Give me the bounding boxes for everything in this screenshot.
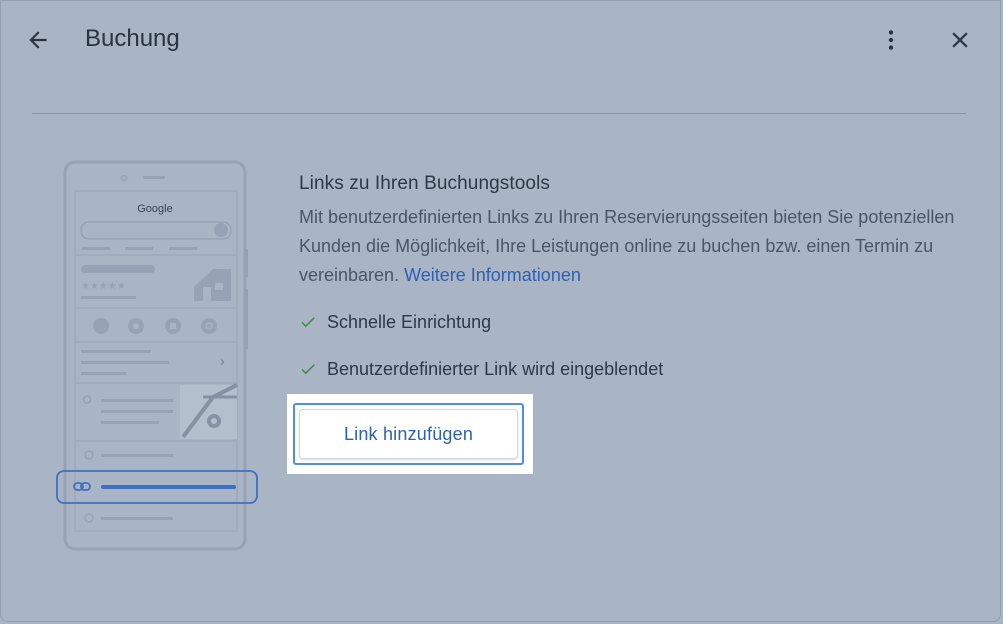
link-icon <box>73 482 91 491</box>
more-options-button[interactable] <box>875 23 907 57</box>
header-divider <box>32 113 966 114</box>
feature-label: Schnelle Einrichtung <box>327 311 492 332</box>
booking-content: Links zu Ihren Buchungstools Mit benutze… <box>299 171 959 402</box>
check-icon <box>299 313 319 331</box>
rating-stars: ★★★★★ <box>81 281 126 292</box>
chevron-right-icon: › <box>220 355 225 370</box>
check-icon <box>299 360 319 378</box>
arrow-left-icon <box>29 31 47 49</box>
dialog-header: Buchung <box>1 1 1000 81</box>
booking-dialog: Buchung Google ★★★★★ › Links zu Ihren Bu… <box>0 0 1001 622</box>
close-icon <box>952 32 968 48</box>
close-button[interactable] <box>943 23 977 57</box>
more-vert-icon <box>888 30 894 50</box>
section-description: Mit benutzerdefinierten Links zu Ihren R… <box>299 203 959 290</box>
description-text: Mit benutzerdefinierten Links zu Ihren R… <box>299 207 955 285</box>
feature-item: Schnelle Einrichtung <box>299 308 959 336</box>
section-heading: Links zu Ihren Buchungstools <box>299 173 551 194</box>
back-button[interactable] <box>21 23 55 57</box>
add-link-button[interactable]: Link hinzufügen <box>293 403 524 465</box>
phone-illustration: Google ★★★★★ › <box>56 160 258 551</box>
page-title: Buchung <box>85 25 180 52</box>
feature-list: Schnelle Einrichtung Benutzerdefinierter… <box>299 308 959 383</box>
more-info-link[interactable]: Weitere Informationen <box>404 265 581 285</box>
add-link-button-label: Link hinzufügen <box>299 409 518 459</box>
feature-item: Benutzerdefinierter Link wird eingeblend… <box>299 355 959 383</box>
google-logo: Google <box>137 203 172 215</box>
feature-label: Benutzerdefinierter Link wird eingeblend… <box>327 358 664 379</box>
